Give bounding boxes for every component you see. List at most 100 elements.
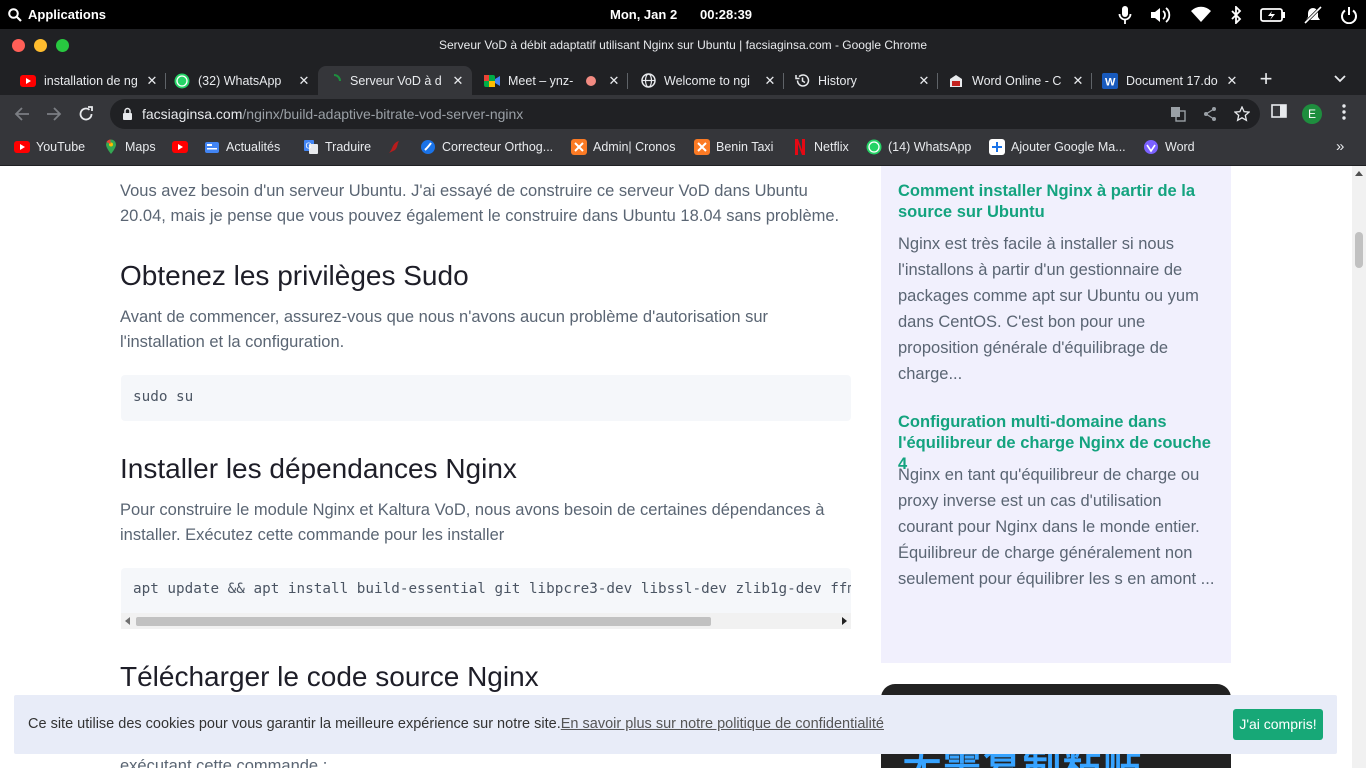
bookmarks-overflow-icon[interactable]: » <box>1336 132 1344 160</box>
paragraph-sudo: Avant de commencer, assurez-vous que nou… <box>120 308 769 351</box>
code-text: apt update && apt install build-essentia… <box>133 581 851 597</box>
bookmark-traduire[interactable]: G Traduire <box>303 133 371 161</box>
tab-serveur-vod[interactable]: Serveur VoD à d ✕ <box>318 66 472 95</box>
bookmarks-bar: YouTube Maps Actualités G Traduire Correc… <box>0 133 1366 166</box>
bookmark-word[interactable]: Word <box>1143 133 1195 161</box>
netflix-icon <box>792 139 808 155</box>
whatsapp-icon <box>866 139 882 155</box>
bookmark-label: (14) WhatsApp <box>888 140 972 154</box>
youtube-icon <box>20 73 36 89</box>
whatsapp-icon <box>174 73 190 89</box>
news-icon <box>204 139 220 155</box>
related-post-title-1[interactable]: Comment installer Nginx à partir de la s… <box>898 181 1218 223</box>
close-tab-icon[interactable]: ✕ <box>1070 73 1086 89</box>
reload-button[interactable] <box>75 103 97 125</box>
web-page-viewport[interactable]: Vous avez besoin d'un serveur Ubuntu. J'… <box>0 166 1352 768</box>
close-tab-icon[interactable]: ✕ <box>606 73 622 89</box>
forward-button[interactable] <box>43 103 65 125</box>
window-title-bar: Serveur VoD à débit adaptatif utilisant … <box>0 29 1366 62</box>
page-scrollbar[interactable] <box>1352 166 1366 768</box>
scroll-right-arrow-icon[interactable] <box>842 617 847 625</box>
code-block-sudo[interactable]: sudo su <box>121 375 851 421</box>
close-tab-icon[interactable]: ✕ <box>450 73 466 89</box>
accept-cookies-button[interactable]: J'ai compris! <box>1233 709 1323 740</box>
back-button[interactable] <box>11 103 33 125</box>
scroll-up-arrow-icon[interactable] <box>1355 171 1363 176</box>
xampp-icon <box>571 139 587 155</box>
bluetooth-icon <box>1231 5 1242 24</box>
forward-arrow-icon <box>47 107 62 121</box>
bookmark-label: Maps <box>125 140 156 154</box>
globe-icon <box>640 73 656 89</box>
bookmark-correcteur[interactable]: Correcteur Orthog... <box>420 133 553 161</box>
side-panel-icon[interactable] <box>1271 103 1287 119</box>
bookmark-star-icon[interactable] <box>1234 106 1250 122</box>
lock-icon[interactable] <box>122 107 133 121</box>
new-tab-button[interactable]: + <box>1255 68 1277 90</box>
xampp-icon <box>694 139 710 155</box>
tab-search-chevron-icon[interactable] <box>1334 70 1346 88</box>
cookie-banner: Ce site utilise des cookies pour vous ga… <box>14 695 1337 754</box>
code-horizontal-scrollbar[interactable] <box>121 613 851 629</box>
translate-icon[interactable] <box>1170 106 1186 122</box>
tab-document-17[interactable]: W Document 17.do ✕ <box>1094 66 1246 95</box>
tab-label: Welcome to ngi <box>664 73 750 88</box>
bookmark-ajouter-google-maps[interactable]: Ajouter Google Ma... <box>989 133 1126 161</box>
bookmark-youtube-icon-only[interactable] <box>172 133 188 161</box>
related-posts-sidebar: Comment installer Nginx à partir de la s… <box>881 166 1231 663</box>
tab-whatsapp[interactable]: (32) WhatsApp ✕ <box>166 66 318 95</box>
bookmark-whatsapp[interactable]: (14) WhatsApp <box>866 133 971 161</box>
address-bar[interactable]: facsiaginsa.com/nginx/build-adaptive-bit… <box>110 99 1260 129</box>
bookmark-label: Admin| Cronos <box>593 140 676 154</box>
url-path: /nginx/build-adaptive-bitrate-vod-server… <box>242 106 524 122</box>
related-post-desc-2: Nginx en tant qu'équilibreur de charge o… <box>898 466 1215 588</box>
meet-icon <box>484 73 500 89</box>
close-tab-icon[interactable]: ✕ <box>916 73 932 89</box>
tab-word-online[interactable]: Word Online - C ✕ <box>940 66 1092 95</box>
share-icon[interactable] <box>1202 106 1218 122</box>
window-title: Serveur VoD à débit adaptatif utilisant … <box>438 38 928 52</box>
code-text: sudo su <box>133 389 194 405</box>
corrector-icon <box>420 139 436 155</box>
code-scrollbar-thumb[interactable] <box>136 617 711 626</box>
privacy-policy-link[interactable]: En savoir plus sur notre politique de co… <box>561 716 884 732</box>
bookmark-netflix[interactable]: Netflix <box>792 133 849 161</box>
wifi-icon <box>1191 6 1211 22</box>
google-maps-add-icon <box>989 139 1005 155</box>
close-tab-icon[interactable]: ✕ <box>296 73 312 89</box>
clock-date[interactable]: Mon, Jan 2 <box>610 0 677 29</box>
close-tab-icon[interactable]: ✕ <box>144 73 160 89</box>
youtube-icon <box>172 139 188 155</box>
word-online-icon <box>948 73 964 89</box>
tab-meet[interactable]: Meet – ynz- ✕ <box>476 66 628 95</box>
tab-history[interactable]: History ✕ <box>786 66 938 95</box>
bookmark-maps[interactable]: Maps <box>103 133 156 161</box>
word-icon <box>1143 139 1159 155</box>
close-tab-icon[interactable]: ✕ <box>762 73 778 89</box>
scroll-left-arrow-icon[interactable] <box>125 617 130 625</box>
bookmark-benin-taxi[interactable]: Benin Taxi <box>694 133 773 161</box>
bookmark-admin-cronos[interactable]: Admin| Cronos <box>571 133 675 161</box>
more-menu-icon[interactable] <box>1337 103 1351 121</box>
tab-installation[interactable]: installation de ng ✕ <box>12 66 166 95</box>
bookmark-label: YouTube <box>36 140 86 154</box>
tab-welcome-nginx[interactable]: Welcome to ngi ✕ <box>632 66 784 95</box>
bookmark-actualites[interactable]: Actualités <box>204 133 280 161</box>
cookie-message: Ce site utilise des cookies pour vous ga… <box>28 695 884 754</box>
tab-label: installation de ng <box>44 73 138 88</box>
bookmark-label: Actualités <box>226 140 281 154</box>
system-tray[interactable] <box>1118 0 1358 29</box>
bookmark-youtube[interactable]: YouTube <box>14 133 85 161</box>
search-icon <box>8 7 22 22</box>
bookmark-bird[interactable] <box>387 133 403 161</box>
applications-menu[interactable]: Applications <box>8 0 106 29</box>
profile-avatar[interactable]: E <box>1302 104 1322 124</box>
tab-label: (32) WhatsApp <box>198 73 282 88</box>
page-scrollbar-thumb[interactable] <box>1355 232 1363 268</box>
close-tab-icon[interactable]: ✕ <box>1224 73 1240 89</box>
tab-strip: installation de ng ✕ (32) WhatsApp ✕ Ser… <box>0 62 1366 95</box>
clock-time[interactable]: 00:28:39 <box>700 0 752 29</box>
microphone-icon <box>1118 5 1132 24</box>
paragraph-download-partial: exécutant cette commande : <box>120 757 328 768</box>
tab-label: Document 17.do <box>1126 73 1218 88</box>
